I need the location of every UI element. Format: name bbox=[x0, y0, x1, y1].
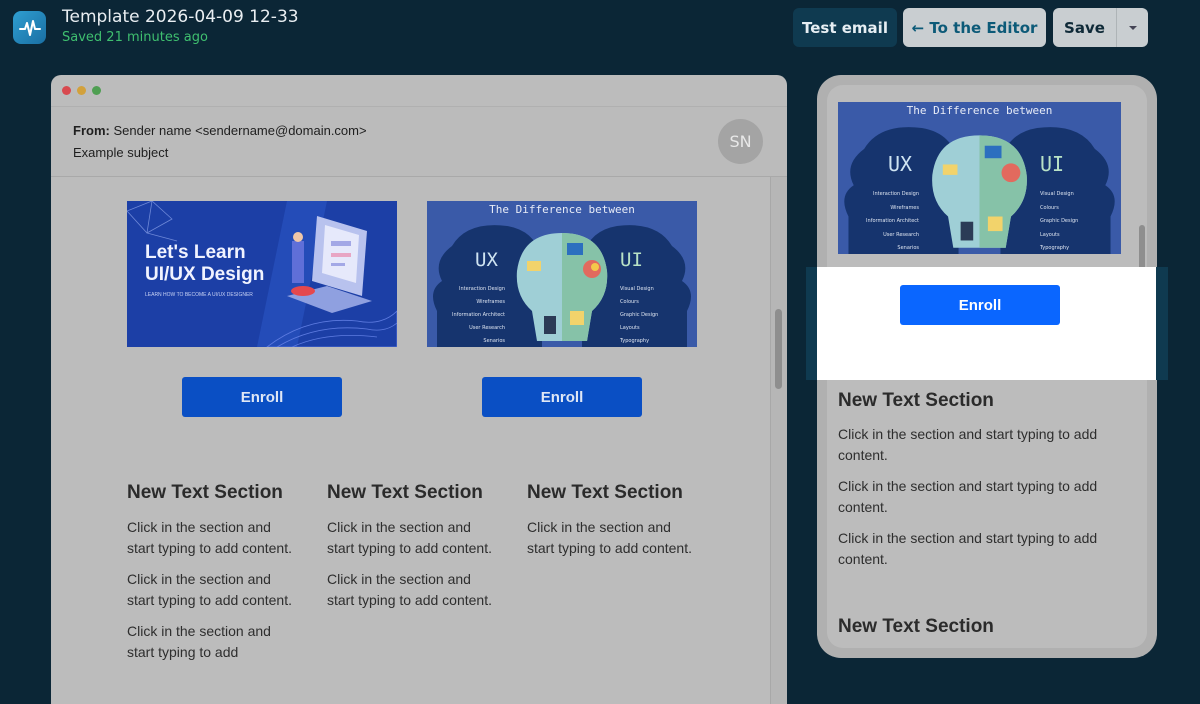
ux-item: Senarios bbox=[897, 245, 919, 251]
text-section-paragraph: Click in the section and start typing to… bbox=[838, 478, 1098, 515]
ux-item: Interaction Design bbox=[873, 191, 919, 197]
avatar: SN bbox=[718, 119, 763, 164]
ui-item: Typography bbox=[1040, 245, 1070, 251]
desktop-scrollbar-thumb[interactable] bbox=[775, 309, 782, 389]
ui-heading: UI bbox=[620, 249, 643, 271]
ux-heading: UX bbox=[475, 249, 498, 271]
text-section-paragraph: Click in the section and start typing to… bbox=[527, 519, 692, 556]
learn-uiux-banner[interactable]: Let's Learn UI/UX Design LEARN HOW TO BE… bbox=[127, 201, 397, 347]
email-subject: Example subject bbox=[73, 145, 169, 160]
minimize-dot bbox=[77, 86, 86, 95]
pulse-icon bbox=[18, 19, 41, 36]
mobile-ux-item-list: Interaction Design Wireframes Informatio… bbox=[854, 188, 919, 254]
text-section-heading: New Text Section bbox=[327, 482, 483, 503]
text-section-1[interactable]: New Text Section Click in the section an… bbox=[127, 482, 302, 673]
close-dot bbox=[62, 86, 71, 95]
ux-item: Information Architect bbox=[452, 312, 505, 318]
saved-status: Saved 21 minutes ago bbox=[62, 30, 208, 45]
ux-item-list: Interaction Design Wireframes Informatio… bbox=[443, 283, 505, 347]
email-header: From: Sender name <sendername@domain.com… bbox=[51, 106, 787, 177]
enroll-button[interactable]: Enroll bbox=[482, 377, 642, 417]
ux-item: Information Architect bbox=[866, 218, 919, 224]
mobile-difference-banner[interactable]: The Difference between UX UI Interaction… bbox=[838, 102, 1121, 254]
save-button[interactable]: Save bbox=[1053, 8, 1116, 47]
enroll-button[interactable]: Enroll bbox=[182, 377, 342, 417]
test-email-button[interactable]: Test email bbox=[793, 8, 897, 47]
from-label: From: bbox=[73, 123, 110, 138]
text-section-paragraph: Click in the section and start typing to… bbox=[327, 519, 492, 556]
text-section-paragraph: Click in the section and start typing to… bbox=[127, 519, 292, 556]
desktop-preview: From: Sender name <sendername@domain.com… bbox=[51, 75, 787, 704]
window-controls bbox=[62, 86, 101, 95]
from-line: From: Sender name <sendername@domain.com… bbox=[73, 123, 367, 138]
chevron-down-icon bbox=[1128, 25, 1137, 30]
text-section-heading: New Text Section bbox=[527, 482, 683, 503]
ui-item-list: Visual Design Colours Graphic Design Lay… bbox=[620, 283, 682, 347]
learn-banner-line1: Let's Learn bbox=[145, 242, 246, 263]
ux-item: Wireframes bbox=[890, 204, 919, 211]
ui-item: Typography bbox=[620, 338, 650, 344]
ux-item: Senarios bbox=[483, 338, 505, 344]
ux-item: Interaction Design bbox=[459, 286, 505, 292]
ux-item: Wireframes bbox=[476, 299, 505, 305]
learn-banner-line2: UI/UX Design bbox=[145, 264, 265, 285]
mobile-enroll-button[interactable]: Enroll bbox=[900, 285, 1060, 325]
text-section-paragraph: Click in the section and start typing to… bbox=[838, 426, 1098, 463]
ui-item: Graphic Design bbox=[620, 312, 659, 318]
desktop-scrollbar[interactable] bbox=[770, 177, 787, 704]
learn-banner-tagline: LEARN HOW TO BECOME A UI/UX DESIGNER bbox=[145, 292, 253, 298]
email-body: Let's Learn UI/UX Design LEARN HOW TO BE… bbox=[51, 177, 771, 704]
text-section-heading: New Text Section bbox=[838, 390, 994, 411]
to-editor-button[interactable]: ← To the Editor bbox=[903, 8, 1046, 47]
difference-banner[interactable]: The Difference between UX UI Interaction… bbox=[427, 201, 697, 347]
text-section-paragraph: Click in the section and start typing to… bbox=[127, 623, 271, 660]
ui-item: Layouts bbox=[1040, 231, 1060, 238]
title-block: Template 2026-04-09 12-33 Saved 21 minut… bbox=[62, 7, 299, 45]
mobile-text-section[interactable]: New Text Section bbox=[838, 616, 1128, 650]
ux-item: User Research bbox=[883, 231, 919, 238]
mobile-ui-item-list: Visual Design Colours Graphic Design Lay… bbox=[1040, 188, 1105, 254]
maximize-dot bbox=[92, 86, 101, 95]
difference-title: The Difference between bbox=[489, 203, 635, 216]
from-value: Sender name <sendername@domain.com> bbox=[113, 123, 367, 138]
mobile-difference-title: The Difference between bbox=[906, 104, 1053, 117]
ui-item: Colours bbox=[620, 299, 639, 305]
mobile-ux-heading: UX bbox=[888, 152, 913, 176]
text-section-paragraph: Click in the section and start typing to… bbox=[838, 530, 1098, 567]
text-section-heading: New Text Section bbox=[127, 482, 283, 503]
text-section-heading: New Text Section bbox=[838, 616, 994, 637]
ui-item: Layouts bbox=[620, 325, 640, 331]
text-section-paragraph: Click in the section and start typing to… bbox=[327, 571, 492, 608]
template-title[interactable]: Template 2026-04-09 12-33 bbox=[62, 7, 299, 27]
save-menu-button[interactable] bbox=[1116, 8, 1148, 47]
ui-item: Colours bbox=[1040, 204, 1059, 211]
ui-item: Visual Design bbox=[1040, 191, 1074, 197]
mobile-text-section[interactable]: New Text Section Click in the section an… bbox=[838, 390, 1128, 580]
mobile-bottom-clip: New Text Section bbox=[817, 600, 1157, 658]
app-logo[interactable] bbox=[13, 11, 46, 44]
ux-item: User Research bbox=[469, 325, 505, 331]
text-section-paragraph: Click in the section and start typing to… bbox=[127, 571, 292, 608]
text-section-3[interactable]: New Text Section Click in the section an… bbox=[527, 482, 702, 569]
mobile-ui-heading: UI bbox=[1040, 152, 1065, 176]
ui-item: Graphic Design bbox=[1040, 218, 1079, 224]
ui-item: Visual Design bbox=[620, 286, 654, 292]
text-section-2[interactable]: New Text Section Click in the section an… bbox=[327, 482, 502, 621]
